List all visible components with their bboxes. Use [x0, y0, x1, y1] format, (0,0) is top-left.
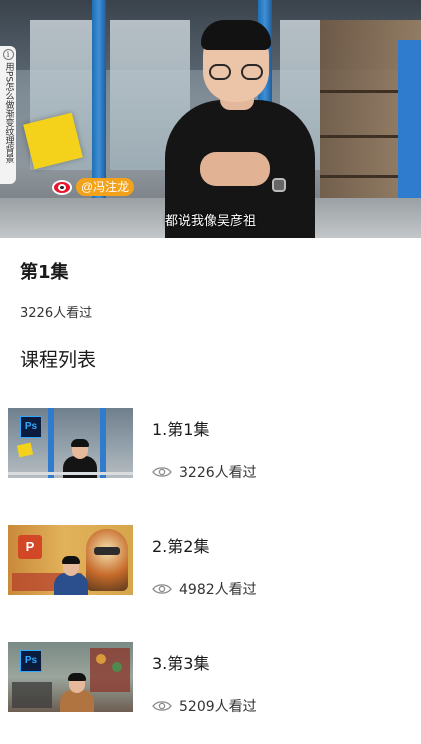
- episode-title: 1.第1集: [152, 420, 210, 439]
- episode-views: 3226人看过: [152, 462, 257, 482]
- episode-thumbnail[interactable]: P: [8, 525, 133, 595]
- video-background-panel: [398, 40, 421, 200]
- eye-icon: [152, 701, 172, 711]
- video-side-tag[interactable]: i 用PS怎么做渐变纹理背景: [0, 46, 16, 184]
- video-player[interactable]: i 用PS怎么做渐变纹理背景 @冯注龙 都说我像吴彦祖: [0, 0, 421, 238]
- episode-views-text: 4982人看过: [179, 582, 257, 598]
- video-subtitle: 都说我像吴彦祖: [164, 214, 256, 229]
- course-list-heading: 课程列表: [20, 349, 97, 371]
- episode-views: 4982人看过: [152, 579, 257, 599]
- episode-title: 3.第3集: [152, 654, 210, 673]
- episode-views: 5209人看过: [152, 696, 257, 716]
- episode-list-item[interactable]: P 2.第2集 4982人看过: [0, 525, 421, 625]
- weibo-icon: [50, 177, 76, 197]
- watermark-text: @冯注龙: [76, 178, 135, 196]
- eye-icon: [152, 467, 172, 477]
- photoshop-icon: Ps: [20, 650, 42, 672]
- presenter-glasses: [209, 64, 263, 80]
- video-side-tag-text: 用PS怎么做渐变纹理背景: [3, 62, 14, 164]
- presenter-watch: [272, 178, 286, 192]
- photoshop-icon: Ps: [20, 416, 42, 438]
- episode-title: 2.第2集: [152, 537, 210, 556]
- episode-thumbnail[interactable]: Ps: [8, 408, 133, 478]
- eye-icon: [152, 584, 172, 594]
- presenter-hands: [200, 152, 270, 186]
- current-episode-views: 3226人看过: [20, 306, 93, 321]
- episode-thumbnail[interactable]: Ps: [8, 642, 133, 712]
- episode-views-text: 5209人看过: [179, 699, 257, 715]
- weibo-watermark: @冯注龙: [50, 177, 135, 197]
- presenter-hair: [201, 20, 271, 50]
- episode-list-item[interactable]: Ps 1.第1集 3226人看过: [0, 408, 421, 508]
- episode-list-item[interactable]: Ps 3.第3集 5209人看过: [0, 642, 421, 742]
- episode-views-text: 3226人看过: [179, 465, 257, 481]
- thumbnail-presenter: [54, 555, 88, 595]
- powerpoint-icon: P: [18, 535, 42, 559]
- current-episode-title: 第1集: [20, 262, 69, 283]
- info-icon: i: [2, 49, 14, 60]
- thumbnail-presenter: [60, 672, 94, 712]
